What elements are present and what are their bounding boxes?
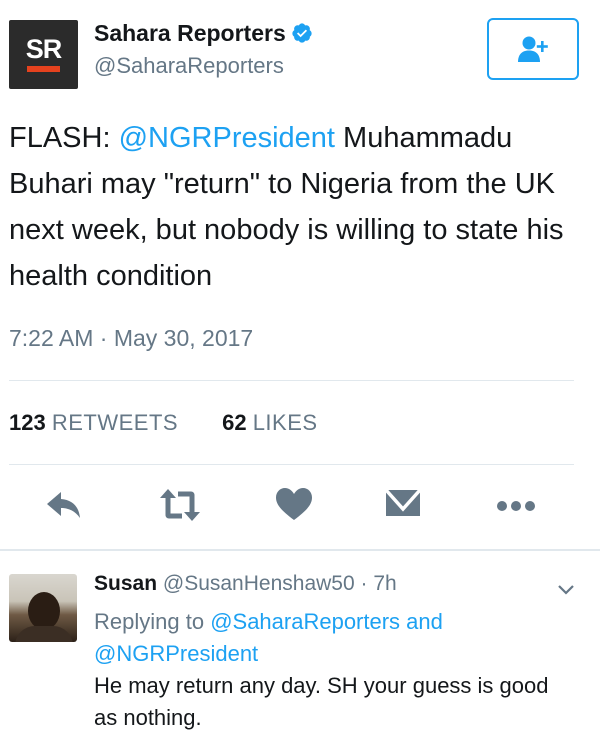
divider-top: [9, 380, 574, 381]
mention-link[interactable]: @NGRPresident: [119, 122, 335, 154]
replying-prefix: Replying to: [94, 609, 211, 634]
replying-mention-1[interactable]: @SaharaReporters: [210, 609, 400, 634]
reply-avatar[interactable]: [9, 574, 77, 642]
envelope-icon: [384, 488, 422, 516]
avatar-body: [15, 626, 73, 642]
replying-mention-2[interactable]: @NGRPresident: [94, 641, 258, 666]
message-button[interactable]: [383, 485, 427, 529]
logo-bar: [27, 66, 60, 72]
reply-header: Susan @SusanHenshaw50 · 7h: [94, 572, 397, 596]
tweet-timestamp[interactable]: 7:22 AM · May 30, 2017: [9, 325, 253, 352]
reply-icon: [47, 492, 80, 518]
divider-bottom: [9, 464, 574, 465]
retweet-button[interactable]: [158, 485, 202, 529]
tweet-text: FLASH: @NGRPresident Muhammadu Buhari ma…: [9, 115, 579, 299]
like-button[interactable]: [274, 485, 318, 529]
reply-separator: ·: [354, 572, 374, 595]
retweets-stat[interactable]: 123 RETWEETS: [9, 410, 178, 436]
replying-and: and: [400, 609, 443, 634]
likes-stat[interactable]: 62 LIKES: [222, 410, 317, 436]
reply-handle[interactable]: @SusanHenshaw50: [163, 572, 355, 595]
tweet-stats: 123 RETWEETS 62 LIKES: [9, 410, 318, 436]
retweets-count: 123: [9, 410, 46, 435]
tweet-header: SR Sahara Reporters @SaharaReporters: [9, 18, 579, 90]
logo-text: SR: [25, 34, 63, 64]
retweet-icon: [160, 489, 200, 521]
action-bar: [0, 485, 600, 535]
display-name-row[interactable]: Sahara Reporters: [94, 20, 313, 47]
profile-avatar[interactable]: SR: [9, 20, 78, 89]
user-handle[interactable]: @SaharaReporters: [94, 53, 284, 79]
display-name[interactable]: Sahara Reporters: [94, 20, 286, 46]
avatar-head: [28, 592, 60, 630]
more-dots-icon: [497, 501, 535, 511]
reply-tweet[interactable]: Susan @SusanHenshaw50 · 7h Replying to @…: [0, 552, 600, 739]
reply-button[interactable]: [44, 485, 88, 529]
retweets-label: RETWEETS: [51, 410, 179, 435]
reply-time[interactable]: 7h: [373, 572, 396, 595]
replying-to: Replying to @SaharaReporters and @NGRPres…: [94, 606, 574, 670]
verified-badge-icon: [292, 23, 312, 43]
tweet-text-prefix: FLASH:: [9, 122, 119, 154]
chevron-down-icon[interactable]: [556, 582, 576, 598]
heart-icon: [276, 488, 312, 520]
likes-label: LIKES: [252, 410, 318, 435]
thread-separator: [0, 549, 600, 551]
follow-button[interactable]: [487, 18, 579, 80]
add-user-icon: [518, 36, 548, 62]
more-button[interactable]: [494, 485, 538, 529]
reply-display-name[interactable]: Susan: [94, 572, 157, 595]
likes-count: 62: [222, 410, 247, 435]
reply-text: He may return any day. SH your guess is …: [94, 673, 549, 730]
